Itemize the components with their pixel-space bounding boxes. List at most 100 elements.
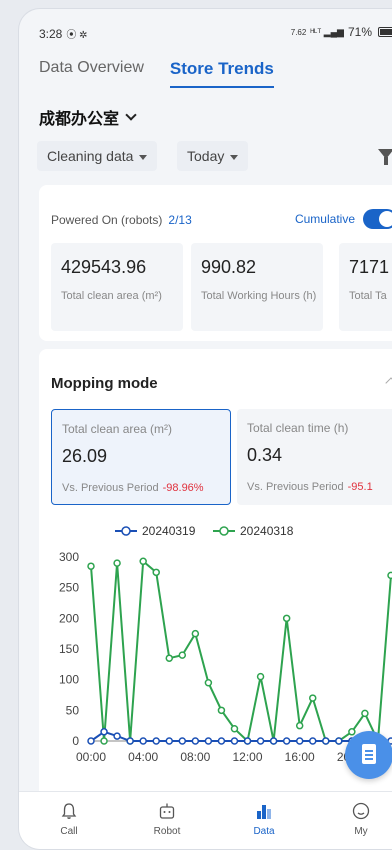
nav-item-robot[interactable]: Robot <box>137 802 197 837</box>
compare-value: -98.96% <box>162 482 204 494</box>
cumulative-switch-row: Cumulative <box>295 209 392 229</box>
data-point <box>217 706 226 715</box>
data-point <box>139 557 147 566</box>
data-point <box>217 737 226 745</box>
nav-item-data[interactable]: Data <box>234 802 294 837</box>
metric-label: Total clean area (m²) <box>62 422 173 436</box>
battery-icon <box>378 27 392 37</box>
x-tick-label: 00:00 <box>76 750 106 764</box>
legend-label: 20240318 <box>240 524 294 538</box>
metric-clean-area[interactable]: Total clean area (m²) 26.09 Vs. Previous… <box>51 409 231 505</box>
data-point <box>152 737 160 745</box>
nav-item-my[interactable]: My <box>331 802 391 837</box>
data-point <box>139 737 147 745</box>
data-point <box>322 737 330 745</box>
bottom-nav: Call Robot Data My <box>19 791 392 849</box>
filter-icon[interactable] <box>378 149 392 165</box>
nav-item-call[interactable]: Call <box>39 802 99 837</box>
chevron-down-icon <box>125 109 137 121</box>
data-point <box>230 724 239 733</box>
data-point <box>256 737 265 745</box>
y-tick-label: 150 <box>59 642 79 656</box>
period-dropdown[interactable]: Today <box>177 141 249 171</box>
data-point <box>269 737 278 745</box>
chevron-up-icon[interactable] <box>385 377 392 389</box>
stat-label: Total clean area (m²) <box>61 290 162 302</box>
powered-on-value: 2/13 <box>168 213 192 227</box>
data-point <box>100 728 108 736</box>
phone-screen: 3:28 ⦿ ✲ 7.62 ᴴᴸᵀ ▂▄▆ 71% Data Overview … <box>18 8 392 850</box>
cumulative-toggle[interactable] <box>363 209 392 229</box>
metric-label: Total clean time (h) <box>247 421 349 435</box>
document-icon <box>362 744 376 764</box>
data-point <box>295 721 304 730</box>
data-point <box>165 737 174 745</box>
y-tick-label: 250 <box>59 581 79 595</box>
data-point <box>100 737 108 745</box>
stat-total-clean-area: 429543.96 Total clean area (m²) <box>51 243 183 331</box>
data-point <box>152 568 160 577</box>
y-tick-label: 100 <box>59 673 79 687</box>
data-type-label: Cleaning data <box>47 148 134 164</box>
cumulative-label: Cumulative <box>294 212 355 226</box>
x-tick-label: 12:00 <box>233 750 263 764</box>
summary-card: Powered On (robots) 2/13 Cumulative 42954… <box>39 185 392 341</box>
data-point <box>126 737 134 745</box>
data-point <box>243 737 252 745</box>
data-point <box>165 654 174 662</box>
net-speed: 7.62 <box>290 27 307 37</box>
data-point <box>282 737 291 745</box>
compare-label: Vs. Previous Period <box>247 481 344 493</box>
data-point <box>191 629 200 638</box>
stat-value: 7171 <box>349 257 390 277</box>
metric-value: 26.09 <box>62 446 108 466</box>
y-tick-label: 200 <box>59 611 79 625</box>
tab-store-trends[interactable]: Store Trends <box>169 59 274 88</box>
smiley-icon <box>352 802 370 820</box>
bar-chart-icon <box>257 805 271 819</box>
tab-data-overview[interactable]: Data Overview <box>39 59 144 88</box>
x-tick-label: 16:00 <box>285 750 315 764</box>
x-tick-label: 08:00 <box>180 750 210 764</box>
powered-on-label: Powered On (robots) <box>51 213 163 227</box>
battery-level: 71% <box>347 25 372 39</box>
period-label: Today <box>187 148 225 164</box>
metric-value: 0.34 <box>247 445 283 465</box>
data-point <box>87 737 95 745</box>
status-icons: ⦿ ✲ <box>66 30 88 41</box>
compare-label: Vs. Previous Period <box>62 482 159 494</box>
legend-marker <box>219 526 229 536</box>
data-point <box>230 737 239 745</box>
data-point <box>113 559 121 567</box>
stat-total-working-hours: 990.82 Total Working Hours (h) <box>191 243 323 331</box>
compare-value: -95.1 <box>347 481 373 493</box>
data-point <box>295 737 304 745</box>
mopping-mode-card: Mopping mode Total clean area (m²) 26.09… <box>39 349 392 809</box>
nav-label: My <box>354 826 368 837</box>
trend-line-chart: 20240319 20240318 0 50 100 150 200 250 300 00:00 0… <box>59 524 392 764</box>
x-tick-label: 04:00 <box>128 750 158 764</box>
data-point <box>204 737 213 745</box>
report-fab-button[interactable] <box>345 731 392 779</box>
metric-compare: Vs. Previous Period -95.1 <box>247 481 373 493</box>
caret-down-icon <box>230 154 239 160</box>
data-point <box>335 737 343 745</box>
stat-total-tasks: 7171 Total Ta <box>339 243 392 331</box>
data-type-dropdown[interactable]: Cleaning data <box>37 141 158 171</box>
data-point <box>308 694 317 702</box>
top-tabs: Data Overview Store Trends <box>39 59 274 88</box>
data-point <box>348 728 356 736</box>
stat-value: 990.82 <box>201 257 257 277</box>
nav-label: Data <box>253 826 275 837</box>
data-point <box>387 571 392 580</box>
store-selector[interactable]: 成都办公室 <box>39 105 137 129</box>
metric-clean-time[interactable]: Total clean time (h) 0.34 Vs. Previous P… <box>237 409 392 505</box>
data-point <box>256 672 265 681</box>
legend-label: 20240319 <box>142 524 196 538</box>
y-tick-label: 300 <box>59 550 79 564</box>
data-point <box>113 732 121 740</box>
data-point <box>178 737 187 745</box>
data-point <box>87 562 95 570</box>
robot-icon <box>159 803 175 819</box>
legend-marker <box>121 526 131 536</box>
